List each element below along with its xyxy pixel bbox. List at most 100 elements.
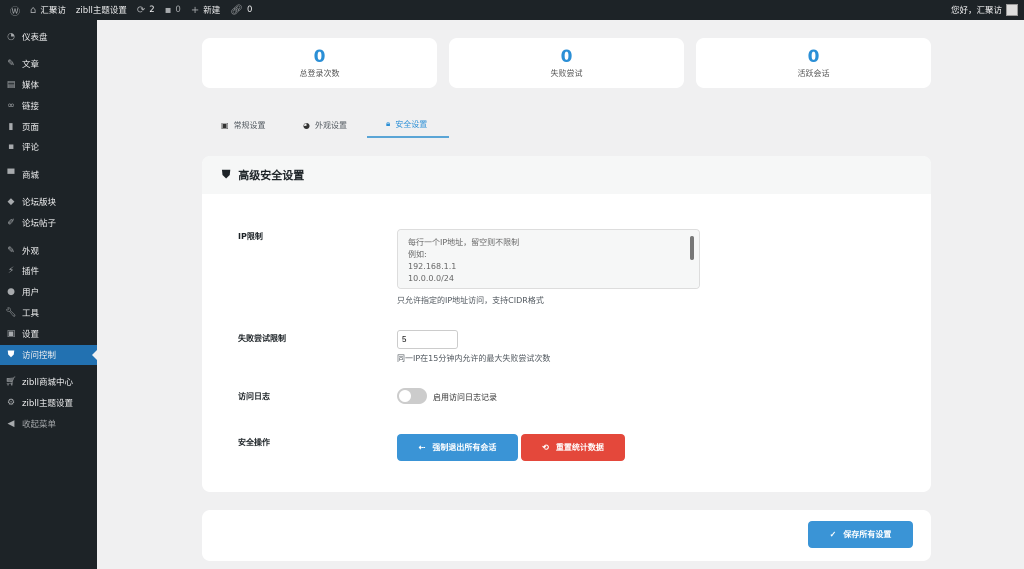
theme-settings-link[interactable]: zibll主题设置 [76, 4, 127, 16]
stat-value: 0 [560, 47, 573, 67]
sidebar-item-label: 媒体 [22, 81, 40, 91]
site-link[interactable]: ⌂ 汇聚访 [30, 4, 66, 17]
sidebar-item[interactable]: ⛊ 访问控制 [0, 345, 97, 365]
links-link[interactable]: 🔗︎ 0 [230, 5, 252, 16]
tab-appearance[interactable]: ◕ 外观设置 [303, 112, 347, 138]
sidebar-item-label: 仪表盘 [22, 33, 48, 43]
sidebar-item[interactable]: ✎ 文章 [0, 54, 97, 74]
sidebar-item-label: 插件 [22, 267, 40, 277]
stat-label: 活跃会话 [797, 69, 830, 78]
sidebar-item-label: 页面 [22, 123, 40, 133]
palette-icon: ◕ [303, 120, 310, 130]
sidebar-item-label: 访问控制 [22, 351, 57, 361]
fail-limit-help: 同一IP在15分钟内允许的最大失败尝试次数 [397, 354, 551, 363]
sidebar-item-label: 外观 [22, 247, 40, 257]
admin-sidebar: ◔ 仪表盘 ✎ 文章 ▤ 媒体 ∞ 链接 ▮ 页面 ▪ 评论 ▀ 商城 ◆ 论坛版块 ✐ 论坛帖子 ✎ 外观 ⚡ 插件 ● 用… [0, 20, 97, 569]
sidebar-item-label: 链接 [22, 102, 40, 112]
greeting-text: 您好，汇聚访 [950, 6, 1002, 16]
reset-stats-button[interactable]: ⟲ 重置统计数据 [521, 434, 625, 461]
comments-link[interactable]: ▪ 0 [165, 5, 181, 16]
logout-icon: ⇠ [418, 443, 426, 452]
sidebar-item[interactable]: ⚡ 插件 [0, 261, 97, 281]
page-icon: ▮ [8, 122, 14, 132]
sidebar-item-label: zibll主题设置 [22, 399, 73, 409]
stat-value: 0 [313, 47, 326, 67]
plus-icon: + [190, 4, 200, 16]
textarea-scrollbar[interactable] [690, 236, 694, 260]
link-icon: 🔗︎ [230, 4, 243, 16]
sidebar-item[interactable]: ▀ 商城 [0, 165, 97, 185]
fail-limit-input[interactable] [397, 330, 458, 349]
sidebar-item[interactable]: 🛒︎ zibll商城中心 [0, 372, 97, 392]
new-label: 新建 [203, 6, 221, 16]
sidebar-item-label: 论坛帖子 [22, 219, 57, 229]
save-panel: ✓ 保存所有设置 [202, 510, 931, 561]
sidebar-item[interactable]: ∞ 链接 [0, 96, 97, 116]
sidebar-item-label: 论坛版块 [22, 198, 57, 208]
access-log-toggle[interactable] [397, 388, 427, 404]
sidebar-item-label: 评论 [22, 143, 40, 153]
tab-label: 安全设置 [395, 119, 428, 129]
tab-security[interactable]: 🔒︎ 安全设置 [367, 112, 449, 138]
links-count: 0 [246, 5, 253, 15]
button-label: 重置统计数据 [555, 443, 604, 452]
sidebar-item[interactable]: 🔧︎ 工具 [0, 303, 97, 323]
security-ops-label: 安全操作 [238, 438, 270, 447]
check-icon: ✓ [829, 530, 837, 539]
refresh-icon: ⟳ [136, 4, 146, 16]
sidebar-item[interactable]: ▮ 页面 [0, 117, 97, 137]
sidebar-item[interactable]: ▣ 设置 [0, 324, 97, 344]
ip-restriction-label: IP限制 [238, 232, 263, 241]
sidebar-item[interactable]: ✎ 外观 [0, 241, 97, 261]
updates-link[interactable]: ⟳ 2 [137, 5, 155, 16]
stat-total-logins: 0 总登录次数 [202, 38, 437, 88]
avatar [1006, 4, 1018, 16]
theme-settings-label: zibll主题设置 [75, 6, 127, 16]
save-all-button[interactable]: ✓ 保存所有设置 [808, 521, 913, 548]
sidebar-item[interactable]: ▤ 媒体 [0, 75, 97, 95]
media-icon: ▤ [6, 80, 16, 90]
sidebar-item-label: 设置 [22, 330, 40, 340]
gear-icon: ⚙ [6, 398, 16, 408]
advanced-security-panel: ⛊ 高级安全设置 IP限制 只允许指定的IP地址访问，支持CIDR格式 失败尝试限… [202, 156, 931, 492]
sidebar-item[interactable]: ⚙ zibll主题设置 [0, 393, 97, 413]
user-greeting[interactable]: 您好，汇聚访 [951, 0, 1018, 20]
collapse-icon: ◀ [7, 419, 15, 429]
sidebar-item-label: 工具 [22, 309, 40, 319]
updates-count: 2 [149, 5, 155, 15]
sidebar-item-label: 文章 [22, 60, 40, 70]
sidebar-item[interactable]: ◔ 仪表盘 [0, 27, 97, 47]
tab-general[interactable]: ▣ 常规设置 [221, 112, 266, 138]
appearance-icon: ✎ [7, 246, 15, 256]
wordpress-logo[interactable]: Ⓦ [10, 3, 20, 18]
admin-bar: Ⓦ ⌂ 汇聚访 zibll主题设置 ⟳ 2 ▪ 0 + 新建 🔗︎ 0 您好，汇聚访 [0, 0, 1024, 20]
section-title: 高级安全设置 [238, 169, 305, 182]
button-label: 保存所有设置 [843, 530, 892, 539]
stat-active-sessions: 0 活跃会话 [696, 38, 931, 88]
sidebar-item-label: 商城 [22, 171, 40, 181]
ip-restriction-textarea[interactable] [397, 229, 700, 289]
new-link[interactable]: + 新建 [190, 4, 221, 17]
sidebar-item-label: 用户 [22, 288, 40, 298]
tool-icon: 🔧︎ [5, 308, 17, 318]
sidebar-item[interactable]: ◀ 收起菜单 [0, 414, 97, 434]
force-logout-button[interactable]: ⇠ 强制退出所有会话 [397, 434, 518, 461]
shield-icon: ⛊ [222, 168, 231, 181]
sidebar-item-label: zibll商城中心 [22, 378, 73, 388]
store-icon: ▀ [7, 170, 15, 180]
user-icon: ● [7, 287, 15, 297]
cart-icon: 🛒︎ [5, 377, 17, 387]
fail-limit-label: 失败尝试限制 [238, 334, 286, 343]
pin-icon: ✎ [7, 59, 15, 69]
dashboard-icon: ◔ [7, 32, 15, 42]
tab-label: 常规设置 [233, 120, 266, 130]
sidebar-item[interactable]: ◆ 论坛版块 [0, 192, 97, 212]
stat-label: 总登录次数 [299, 69, 340, 78]
grid-icon: ▣ [221, 120, 229, 130]
sidebar-item[interactable]: ▪ 评论 [0, 137, 97, 157]
sidebar-item[interactable]: ● 用户 [0, 282, 97, 302]
wordpress-icon: Ⓦ [10, 6, 20, 18]
sidebar-item[interactable]: ✐ 论坛帖子 [0, 213, 97, 233]
shield-icon: ⛊ [7, 350, 15, 360]
button-label: 强制退出所有会话 [432, 443, 497, 452]
